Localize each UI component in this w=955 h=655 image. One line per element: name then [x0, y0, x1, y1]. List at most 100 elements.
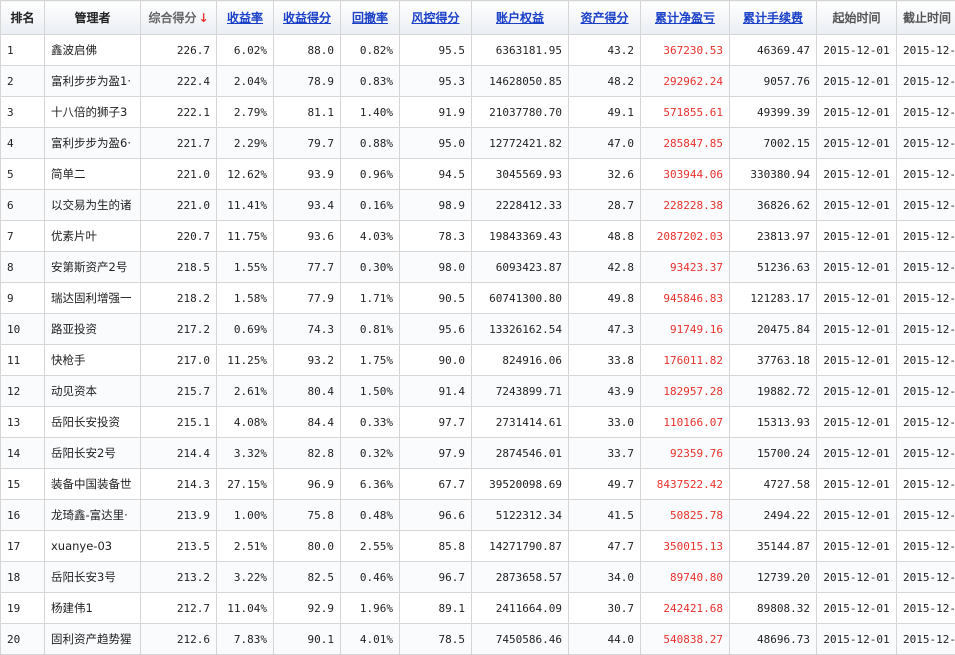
return-score-cell: 80.0: [274, 531, 341, 562]
header-equity[interactable]: 账户权益: [472, 1, 569, 35]
asset-score-cell: 44.0: [569, 624, 641, 655]
table-row[interactable]: 20固利资产趋势猩212.67.83%90.14.01%78.57450586.…: [1, 624, 955, 655]
start-date-cell: 2015-12-01: [817, 97, 897, 128]
end-date-cell: 2015-12-30: [897, 252, 955, 283]
net-pnl-cell: 571855.61: [641, 97, 730, 128]
net-pnl-cell: 176011.82: [641, 345, 730, 376]
return-rate-cell: 12.62%: [217, 159, 274, 190]
drawdown-cell: 0.48%: [341, 500, 400, 531]
header-net-pnl[interactable]: 累计净盈亏: [641, 1, 730, 35]
table-row[interactable]: 11快枪手217.011.25%93.21.75%90.0824916.0633…: [1, 345, 955, 376]
asset-score-cell: 48.2: [569, 66, 641, 97]
start-date-cell: 2015-12-01: [817, 283, 897, 314]
table-row[interactable]: 15装备中国装备世214.327.15%96.96.36%67.73952009…: [1, 469, 955, 500]
net-pnl-cell: 292962.24: [641, 66, 730, 97]
risk-score-cell: 90.5: [400, 283, 472, 314]
return-score-cell: 93.6: [274, 221, 341, 252]
manager-cell: 富利步步为盈1·: [45, 66, 141, 97]
header-drawdown[interactable]: 回撤率: [341, 1, 400, 35]
asset-score-cell: 49.1: [569, 97, 641, 128]
table-row[interactable]: 6以交易为生的诸221.011.41%93.40.16%98.92228412.…: [1, 190, 955, 221]
end-date-cell: 2015-12-30: [897, 376, 955, 407]
rank-cell: 16: [1, 500, 45, 531]
risk-score-cell: 98.0: [400, 252, 472, 283]
score-cell: 215.1: [141, 407, 217, 438]
return-rate-cell: 7.83%: [217, 624, 274, 655]
return-rate-cell: 27.15%: [217, 469, 274, 500]
net-pnl-cell: 228228.38: [641, 190, 730, 221]
return-score-cell: 96.9: [274, 469, 341, 500]
header-start: 起始时间: [817, 1, 897, 35]
return-rate-cell: 3.32%: [217, 438, 274, 469]
table-row[interactable]: 2富利步步为盈1·222.42.04%78.90.83%95.314628050…: [1, 66, 955, 97]
net-pnl-cell: 92359.76: [641, 438, 730, 469]
end-date-cell: 2015-12-30: [897, 190, 955, 221]
risk-score-cell: 96.7: [400, 562, 472, 593]
header-fees[interactable]: 累计手续费: [730, 1, 817, 35]
net-pnl-cell: 91749.16: [641, 314, 730, 345]
table-row[interactable]: 1鑫波启佛226.76.02%88.00.82%95.56363181.9543…: [1, 35, 955, 66]
fees-cell: 36826.62: [730, 190, 817, 221]
end-date-cell: 2015-12-30: [897, 345, 955, 376]
header-asset-score[interactable]: 资产得分: [569, 1, 641, 35]
header-score[interactable]: 综合得分↓: [141, 1, 217, 35]
rank-cell: 8: [1, 252, 45, 283]
return-score-cell: 74.3: [274, 314, 341, 345]
header-risk-score[interactable]: 风控得分: [400, 1, 472, 35]
asset-score-cell: 42.8: [569, 252, 641, 283]
table-row[interactable]: 4富利步步为盈6·221.72.29%79.70.88%95.012772421…: [1, 128, 955, 159]
return-score-cell: 80.4: [274, 376, 341, 407]
return-rate-cell: 11.25%: [217, 345, 274, 376]
table-row[interactable]: 17xuanye-03213.52.51%80.02.55%85.8142717…: [1, 531, 955, 562]
equity-cell: 824916.06: [472, 345, 569, 376]
manager-cell: 快枪手: [45, 345, 141, 376]
table-row[interactable]: 7优素片叶220.711.75%93.64.03%78.319843369.43…: [1, 221, 955, 252]
asset-score-cell: 47.0: [569, 128, 641, 159]
end-date-cell: 2015-12-30: [897, 221, 955, 252]
rank-cell: 3: [1, 97, 45, 128]
fees-cell: 49399.39: [730, 97, 817, 128]
score-cell: 214.3: [141, 469, 217, 500]
table-row[interactable]: 18岳阳长安3号213.23.22%82.50.46%96.72873658.5…: [1, 562, 955, 593]
start-date-cell: 2015-12-01: [817, 35, 897, 66]
risk-score-cell: 94.5: [400, 159, 472, 190]
table-row[interactable]: 12动见资本215.72.61%80.41.50%91.47243899.714…: [1, 376, 955, 407]
table-row[interactable]: 19杨建伟1212.711.04%92.91.96%89.12411664.09…: [1, 593, 955, 624]
score-cell: 221.7: [141, 128, 217, 159]
header-row: 排名 管理者 综合得分↓ 收益率 收益得分 回撤率 风控得分 账户权益 资产得分…: [1, 1, 955, 35]
score-cell: 212.7: [141, 593, 217, 624]
table-row[interactable]: 8安第斯资产2号218.51.55%77.70.30%98.06093423.8…: [1, 252, 955, 283]
table-row[interactable]: 5简单二221.012.62%93.90.96%94.53045569.9332…: [1, 159, 955, 190]
fees-cell: 48696.73: [730, 624, 817, 655]
start-date-cell: 2015-12-01: [817, 500, 897, 531]
header-return-score[interactable]: 收益得分: [274, 1, 341, 35]
fees-cell: 23813.97: [730, 221, 817, 252]
rank-cell: 20: [1, 624, 45, 655]
fees-cell: 330380.94: [730, 159, 817, 190]
fees-cell: 35144.87: [730, 531, 817, 562]
table-row[interactable]: 3十八倍的狮子3222.12.79%81.11.40%91.921037780.…: [1, 97, 955, 128]
table-row[interactable]: 9瑞达固利增强一218.21.58%77.91.71%90.560741300.…: [1, 283, 955, 314]
return-rate-cell: 0.69%: [217, 314, 274, 345]
drawdown-cell: 6.36%: [341, 469, 400, 500]
fees-cell: 9057.76: [730, 66, 817, 97]
return-rate-cell: 2.61%: [217, 376, 274, 407]
table-row[interactable]: 13岳阳长安投资215.14.08%84.40.33%97.72731414.6…: [1, 407, 955, 438]
asset-score-cell: 47.7: [569, 531, 641, 562]
start-date-cell: 2015-12-01: [817, 221, 897, 252]
header-return-rate[interactable]: 收益率: [217, 1, 274, 35]
table-row[interactable]: 16龙琦鑫-富达里·213.91.00%75.80.48%96.65122312…: [1, 500, 955, 531]
drawdown-cell: 2.55%: [341, 531, 400, 562]
score-cell: 214.4: [141, 438, 217, 469]
equity-cell: 19843369.43: [472, 221, 569, 252]
fees-cell: 12739.20: [730, 562, 817, 593]
header-rank: 排名: [1, 1, 45, 35]
return-rate-cell: 1.58%: [217, 283, 274, 314]
table-row[interactable]: 10路亚投资217.20.69%74.30.81%95.613326162.54…: [1, 314, 955, 345]
asset-score-cell: 30.7: [569, 593, 641, 624]
table-row[interactable]: 14岳阳长安2号214.43.32%82.80.32%97.92874546.0…: [1, 438, 955, 469]
risk-score-cell: 78.3: [400, 221, 472, 252]
drawdown-cell: 0.96%: [341, 159, 400, 190]
drawdown-cell: 1.40%: [341, 97, 400, 128]
rank-cell: 11: [1, 345, 45, 376]
